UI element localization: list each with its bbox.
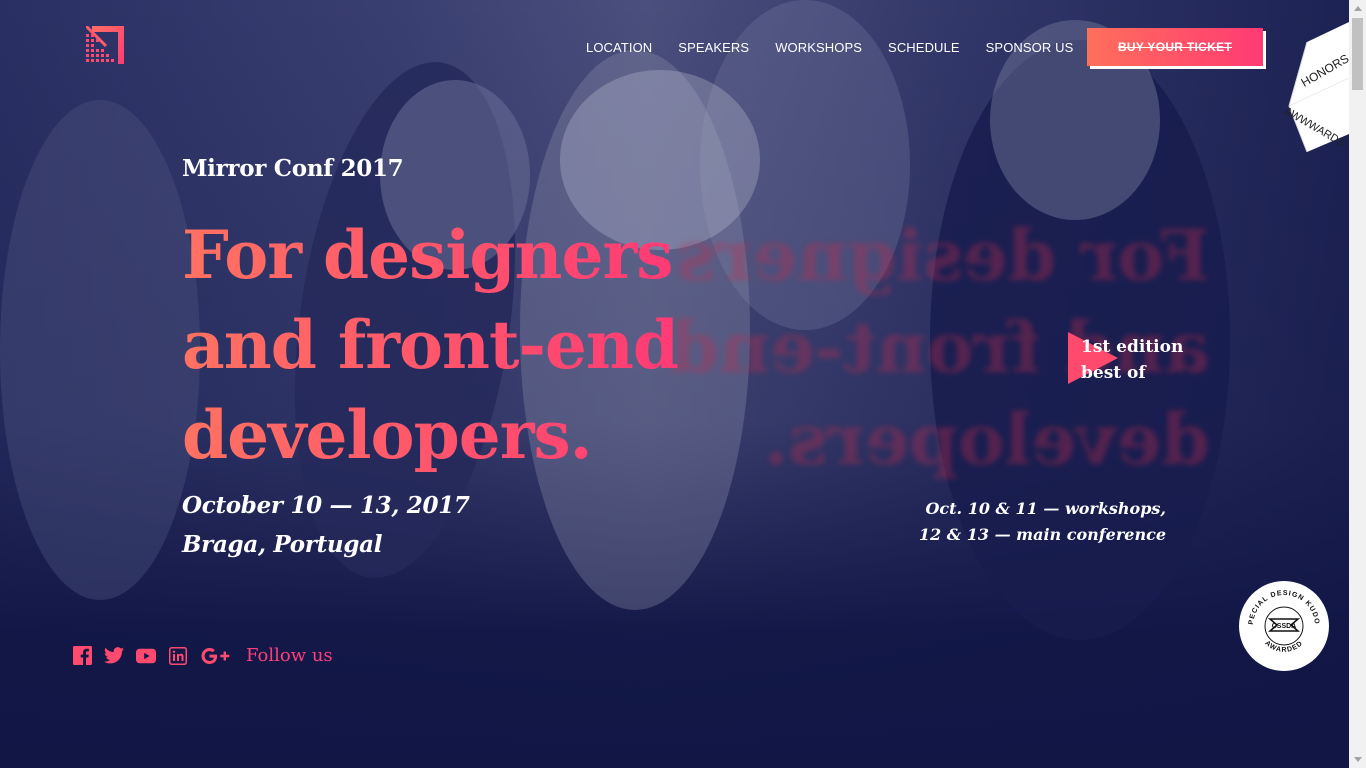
nav-location[interactable]: LOCATION: [586, 40, 652, 56]
main-nav: LOCATION SPEAKERS WORKSHOPS SCHEDULE SPO…: [586, 40, 1099, 56]
edition-line: 1st edition: [1081, 337, 1184, 357]
nav-speakers[interactable]: SPEAKERS: [678, 40, 749, 56]
event-dates: October 10 — 13, 2017: [182, 492, 470, 519]
edition-text: 1st edition best of: [1081, 334, 1183, 386]
hero-headline: For designers and front-end developers.: [182, 210, 679, 480]
reflection-line: For designers: [676, 214, 1210, 297]
headline-line: developers.: [182, 390, 678, 480]
headline-line: For designers: [182, 210, 678, 300]
conference-logo-icon[interactable]: [84, 24, 124, 64]
edition-line: best of: [1081, 363, 1146, 383]
conference-name: Mirror Conf 2017: [182, 155, 404, 182]
schedule-summary: Oct. 10 & 11 — workshops, 12 & 13 — main…: [919, 496, 1166, 548]
social-links: Follow us: [72, 645, 333, 666]
linkedin-icon[interactable]: [168, 646, 188, 666]
nav-workshops[interactable]: WORKSHOPS: [775, 40, 862, 56]
nav-schedule[interactable]: SCHEDULE: [888, 40, 960, 56]
youtube-icon[interactable]: [136, 646, 156, 666]
facebook-icon[interactable]: [72, 646, 92, 666]
google-plus-icon[interactable]: [200, 646, 232, 666]
photo-shape: [0, 100, 200, 600]
scroll-down-arrow-icon[interactable]: [1349, 751, 1366, 768]
cssda-center-text: CSSDA: [1272, 623, 1297, 630]
follow-us-link[interactable]: Follow us: [246, 645, 333, 666]
cssda-kudos-badge[interactable]: SPECIAL DESIGN KUDOS AWARDED CSSDA: [1236, 576, 1329, 671]
scroll-up-arrow-icon[interactable]: [1349, 0, 1366, 17]
awwwards-honors-ribbon[interactable]: HONORS AWWWARDS: [1249, 22, 1349, 162]
schedule-line: Oct. 10 & 11 — workshops,: [925, 499, 1166, 518]
twitter-icon[interactable]: [104, 646, 124, 666]
schedule-line: 12 & 13 — main conference: [918, 525, 1166, 544]
headline-line: and front-end: [182, 300, 679, 390]
nav-sponsor-us[interactable]: SPONSOR US: [986, 40, 1074, 56]
scroll-thumb[interactable]: [1352, 18, 1363, 90]
event-location: Braga, Portugal: [182, 531, 383, 558]
buy-ticket-button[interactable]: BUY YOUR TICKET: [1087, 28, 1263, 66]
reflection-line: developers.: [763, 398, 1210, 481]
page-scrollbar[interactable]: [1349, 0, 1366, 768]
